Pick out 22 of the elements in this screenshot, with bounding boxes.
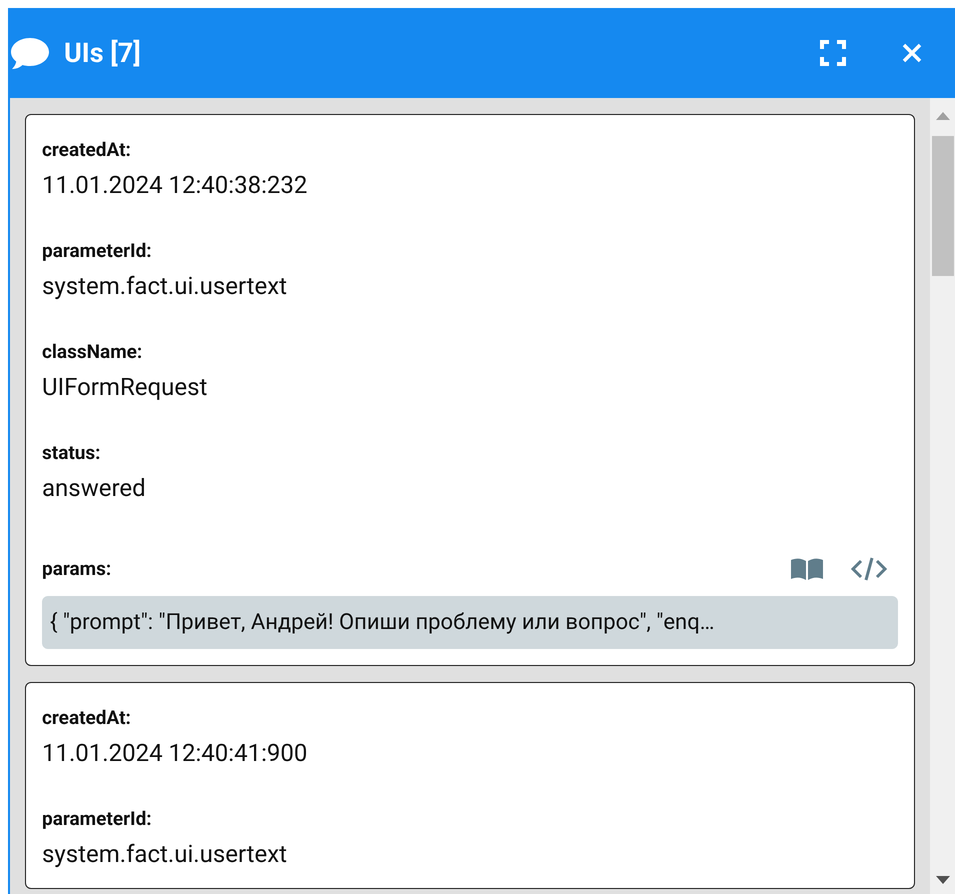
field-label: parameterId: bbox=[42, 238, 152, 264]
scroll-down-icon[interactable] bbox=[936, 876, 950, 884]
field-label: className: bbox=[42, 338, 142, 365]
field-value: system.fact.ui.usertext bbox=[42, 271, 288, 302]
code-value: { "prompt": "Привет, Андрей! Опиши проблему или вопрос", "enq… bbox=[42, 596, 898, 649]
field-value: 11.01.2024 12:40:38:232 bbox=[42, 170, 308, 201]
field-value: answered bbox=[42, 473, 147, 504]
field-label: createdAt: bbox=[42, 136, 131, 163]
field-value: UIFormRequest bbox=[42, 372, 208, 403]
field-value: system.fact.ui.usertext bbox=[42, 839, 288, 870]
scrollbar[interactable] bbox=[930, 98, 955, 894]
book-icon[interactable] bbox=[790, 557, 824, 581]
field-value: 11.01.2024 12:40:41:900 bbox=[42, 738, 308, 769]
window-title: UIs [7] bbox=[64, 36, 141, 71]
field-label: status: bbox=[42, 440, 101, 466]
field-label: parameterId: bbox=[42, 806, 152, 832]
code-icon[interactable] bbox=[850, 556, 888, 582]
field-label: params: bbox=[42, 556, 112, 582]
field-label: createdAt: bbox=[42, 704, 131, 731]
scroll-up-icon[interactable] bbox=[936, 112, 950, 120]
speech-bubble-icon bbox=[10, 36, 50, 70]
scrollbar-thumb[interactable] bbox=[932, 136, 954, 276]
